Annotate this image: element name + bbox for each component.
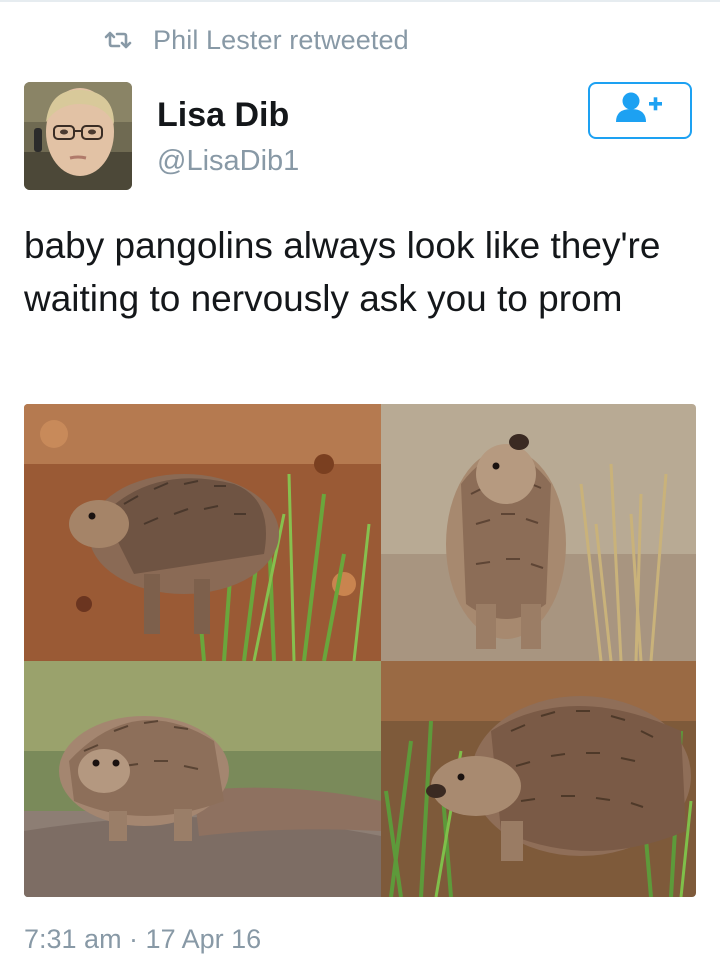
retweet-context[interactable]: Phil Lester retweeted [103,24,409,56]
media-photo-4[interactable] [381,661,696,897]
media-photo-2[interactable] [381,404,696,661]
tweet-timestamp[interactable]: 7:31 am · 17 Apr 16 [24,924,261,955]
author-handle[interactable]: @LisaDib1 [157,145,299,178]
follow-button[interactable] [588,82,692,139]
retweet-label: Phil Lester retweeted [153,24,409,55]
media-grid[interactable] [24,404,696,897]
avatar[interactable] [24,82,132,190]
media-photo-1[interactable] [24,404,381,661]
top-divider [0,0,720,2]
media-photo-3[interactable] [24,661,381,897]
author-name[interactable]: Lisa Dib [157,96,289,135]
tweet-text: baby pangolins always look like they're … [24,225,661,319]
follow-user-plus-icon [614,91,666,130]
retweet-icon [103,30,133,50]
